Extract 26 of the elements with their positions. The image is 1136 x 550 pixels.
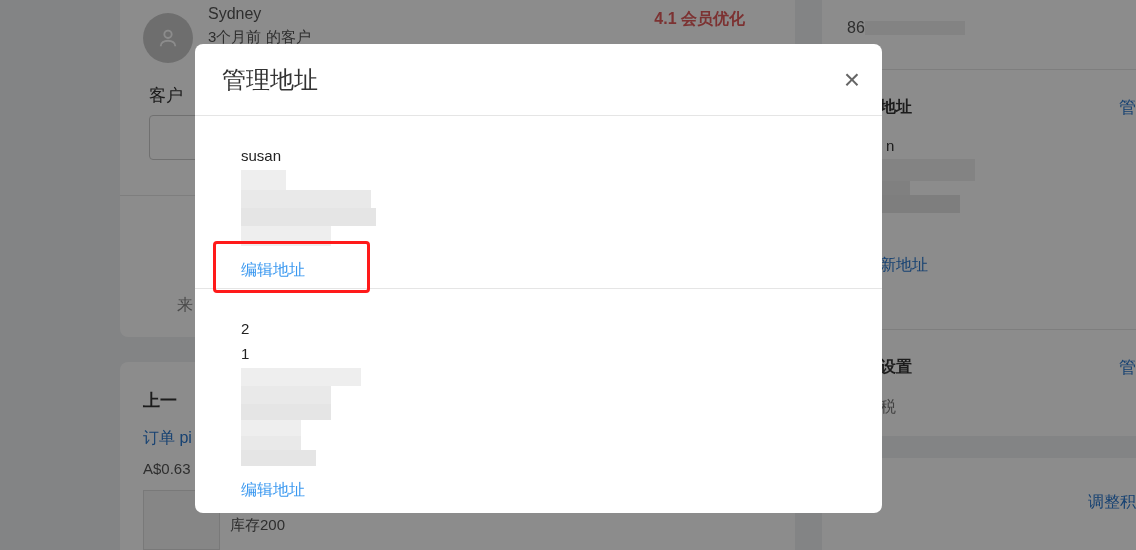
stock-text: 库存200 — [230, 515, 286, 535]
order-price: A$0.63 — [143, 458, 191, 479]
last-order-title: 上一 — [143, 390, 177, 412]
address-line: susan — [241, 146, 282, 166]
adjust-points-link[interactable]: 调整积 — [1088, 490, 1136, 514]
manage-link[interactable]: 管 — [1119, 95, 1136, 121]
address-line: 2 — [241, 319, 250, 339]
close-button[interactable]: × — [843, 65, 860, 94]
settings-title: 设置 — [880, 357, 912, 377]
customer-name: Sydney — [208, 4, 263, 24]
manage-link[interactable]: 管 — [1119, 355, 1136, 381]
edit-address-link[interactable]: 编辑地址 — [241, 258, 305, 282]
redacted-block — [241, 436, 301, 450]
address-title: 地址 — [880, 97, 912, 117]
add-address-link[interactable]: 新地址 — [880, 253, 928, 277]
order-link[interactable]: 订单 pi — [143, 425, 192, 450]
customer-since: 3个月前 的客户 — [208, 27, 311, 47]
note-label: 客户 — [149, 85, 184, 107]
dialog-title: 管理地址 — [222, 64, 318, 95]
member-level-label: 4.1 会员优化 — [654, 9, 745, 29]
phone-text: 86 — [847, 17, 865, 38]
address-line: 1 — [241, 344, 250, 364]
card-text: 来 — [177, 294, 194, 315]
address-line: n — [886, 135, 895, 156]
user-icon — [157, 27, 179, 49]
edit-address-link[interactable]: 编辑地址 — [241, 478, 305, 502]
